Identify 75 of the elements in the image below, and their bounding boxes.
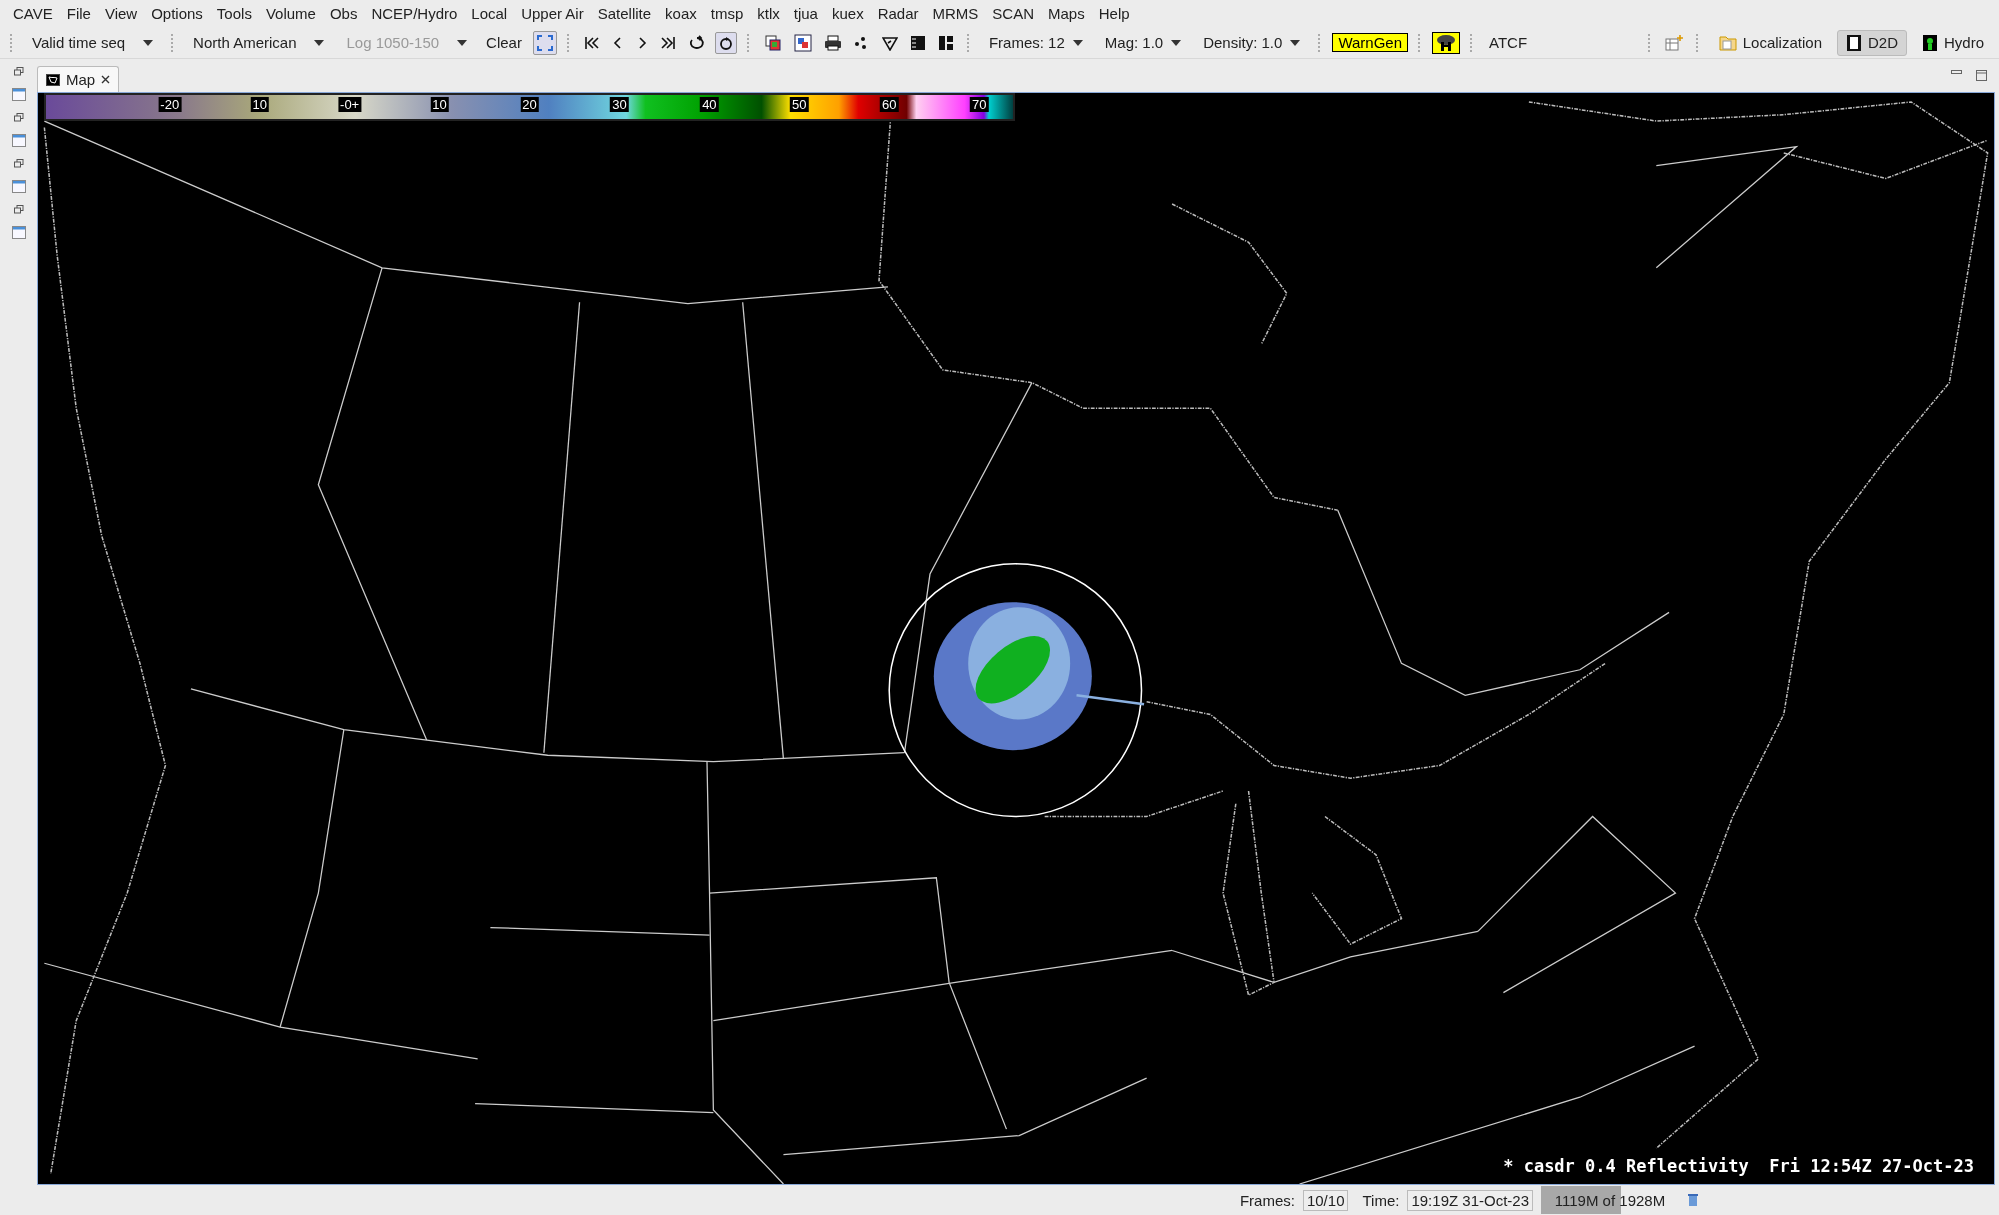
window-icon[interactable] (11, 134, 26, 147)
menu-item[interactable]: Upper Air (514, 5, 591, 22)
perspective-button[interactable]: Hydro (1913, 29, 1993, 56)
menu-item[interactable]: View (97, 5, 145, 22)
menu-item[interactable]: ktlx (750, 5, 787, 22)
caret-icon (1171, 39, 1182, 46)
figure-icon (1922, 33, 1938, 52)
restore-icon[interactable] (13, 113, 24, 122)
menu-item[interactable]: NCEP/Hydro (364, 5, 465, 22)
restore-icon[interactable] (13, 205, 24, 214)
menu-item[interactable]: tmsp (703, 5, 751, 22)
menu-item[interactable]: Help (1091, 5, 1137, 22)
density-dropdown[interactable]: Density: 1.0 (1195, 34, 1309, 51)
film-icon (1845, 33, 1862, 52)
menu-item[interactable]: Options (144, 5, 210, 22)
clear-button[interactable]: Clear (481, 32, 527, 53)
frames-value: 10/10 (1302, 1189, 1349, 1211)
trash-icon[interactable] (1687, 1193, 1699, 1207)
memory-reading: 1119M of 1928M (1554, 1191, 1666, 1209)
map-panel[interactable]: -20 10 -0+ 10 20 30 40 50 60 70 * casdr 0.4 Reflectivity Fri 12:54Z 27-Oct-23 (37, 92, 1995, 1185)
scale-label: 60 (880, 97, 899, 112)
menu-item[interactable]: koax (658, 5, 704, 22)
menu-item[interactable]: Volume (258, 5, 323, 22)
minimize-icon[interactable] (1951, 70, 1962, 76)
scale-label: -20 (158, 97, 182, 112)
perspective-button[interactable]: D2D (1836, 29, 1907, 56)
scale-label: 30 (610, 97, 629, 112)
caret-icon (143, 39, 154, 46)
magnification-dropdown[interactable]: Mag: 1.0 (1096, 34, 1190, 51)
scale-label: 40 (700, 97, 719, 112)
window-icon[interactable] (11, 226, 26, 239)
perspective-button[interactable]: Localization (1709, 30, 1831, 55)
warngen-button[interactable]: WarnGen (1332, 33, 1409, 52)
time-value: 19:19Z 31-Oct-23 (1407, 1189, 1533, 1211)
menu-item[interactable]: SCAN (985, 5, 1042, 22)
menu-item[interactable]: Radar (870, 5, 926, 22)
close-icon[interactable] (101, 75, 111, 84)
menu-item[interactable]: kuex (824, 5, 871, 22)
scale-dropdown[interactable]: North American (185, 34, 333, 51)
scale-label: 10 (430, 97, 449, 112)
scale-label: 10 (250, 97, 269, 112)
caret-icon (314, 39, 325, 46)
menu-item[interactable]: Satellite (590, 5, 659, 22)
refresh-icon[interactable] (714, 31, 737, 54)
menu-item[interactable]: Local (464, 5, 515, 22)
frames-label: Frames: (1239, 1191, 1295, 1209)
scale-label: -0+ (338, 97, 362, 112)
caret-icon (1290, 39, 1301, 46)
time-label: Time: (1362, 1191, 1400, 1209)
scale-label: 70 (969, 97, 989, 112)
window-icon[interactable] (11, 88, 26, 101)
zoom-extent-icon[interactable] (532, 30, 557, 55)
atcf-button[interactable]: ATCF (1484, 32, 1533, 53)
product-caption: * casdr 0.4 Reflectivity Fri 12:54Z 27-Oct-23 (1503, 1156, 1974, 1176)
map-icon (46, 73, 60, 86)
menu-item[interactable]: Maps (1041, 5, 1092, 22)
maximize-icon[interactable] (1976, 70, 1987, 81)
hurricane-icon[interactable] (1432, 31, 1461, 54)
folder-icon (1718, 34, 1737, 51)
menu-item[interactable]: Tools (209, 5, 259, 22)
map-tab[interactable]: Map (37, 66, 120, 92)
restore-icon[interactable] (13, 159, 24, 168)
frames-dropdown[interactable]: Frames: 12 (980, 34, 1091, 51)
menu-item[interactable]: CAVE (6, 5, 60, 22)
window-icon[interactable] (11, 180, 26, 193)
menu-item[interactable]: tjua (786, 5, 825, 22)
menu-item[interactable]: Obs (322, 5, 365, 22)
menu-item[interactable]: File (59, 5, 98, 22)
caret-icon (1072, 39, 1083, 46)
time-match-dropdown[interactable]: Valid time seq (24, 34, 162, 51)
restore-icon[interactable] (13, 67, 24, 76)
caret-icon (457, 39, 468, 46)
menu-item[interactable]: MRMS (925, 5, 986, 22)
scale-label: 20 (520, 97, 539, 112)
scale-label: 50 (790, 97, 809, 112)
